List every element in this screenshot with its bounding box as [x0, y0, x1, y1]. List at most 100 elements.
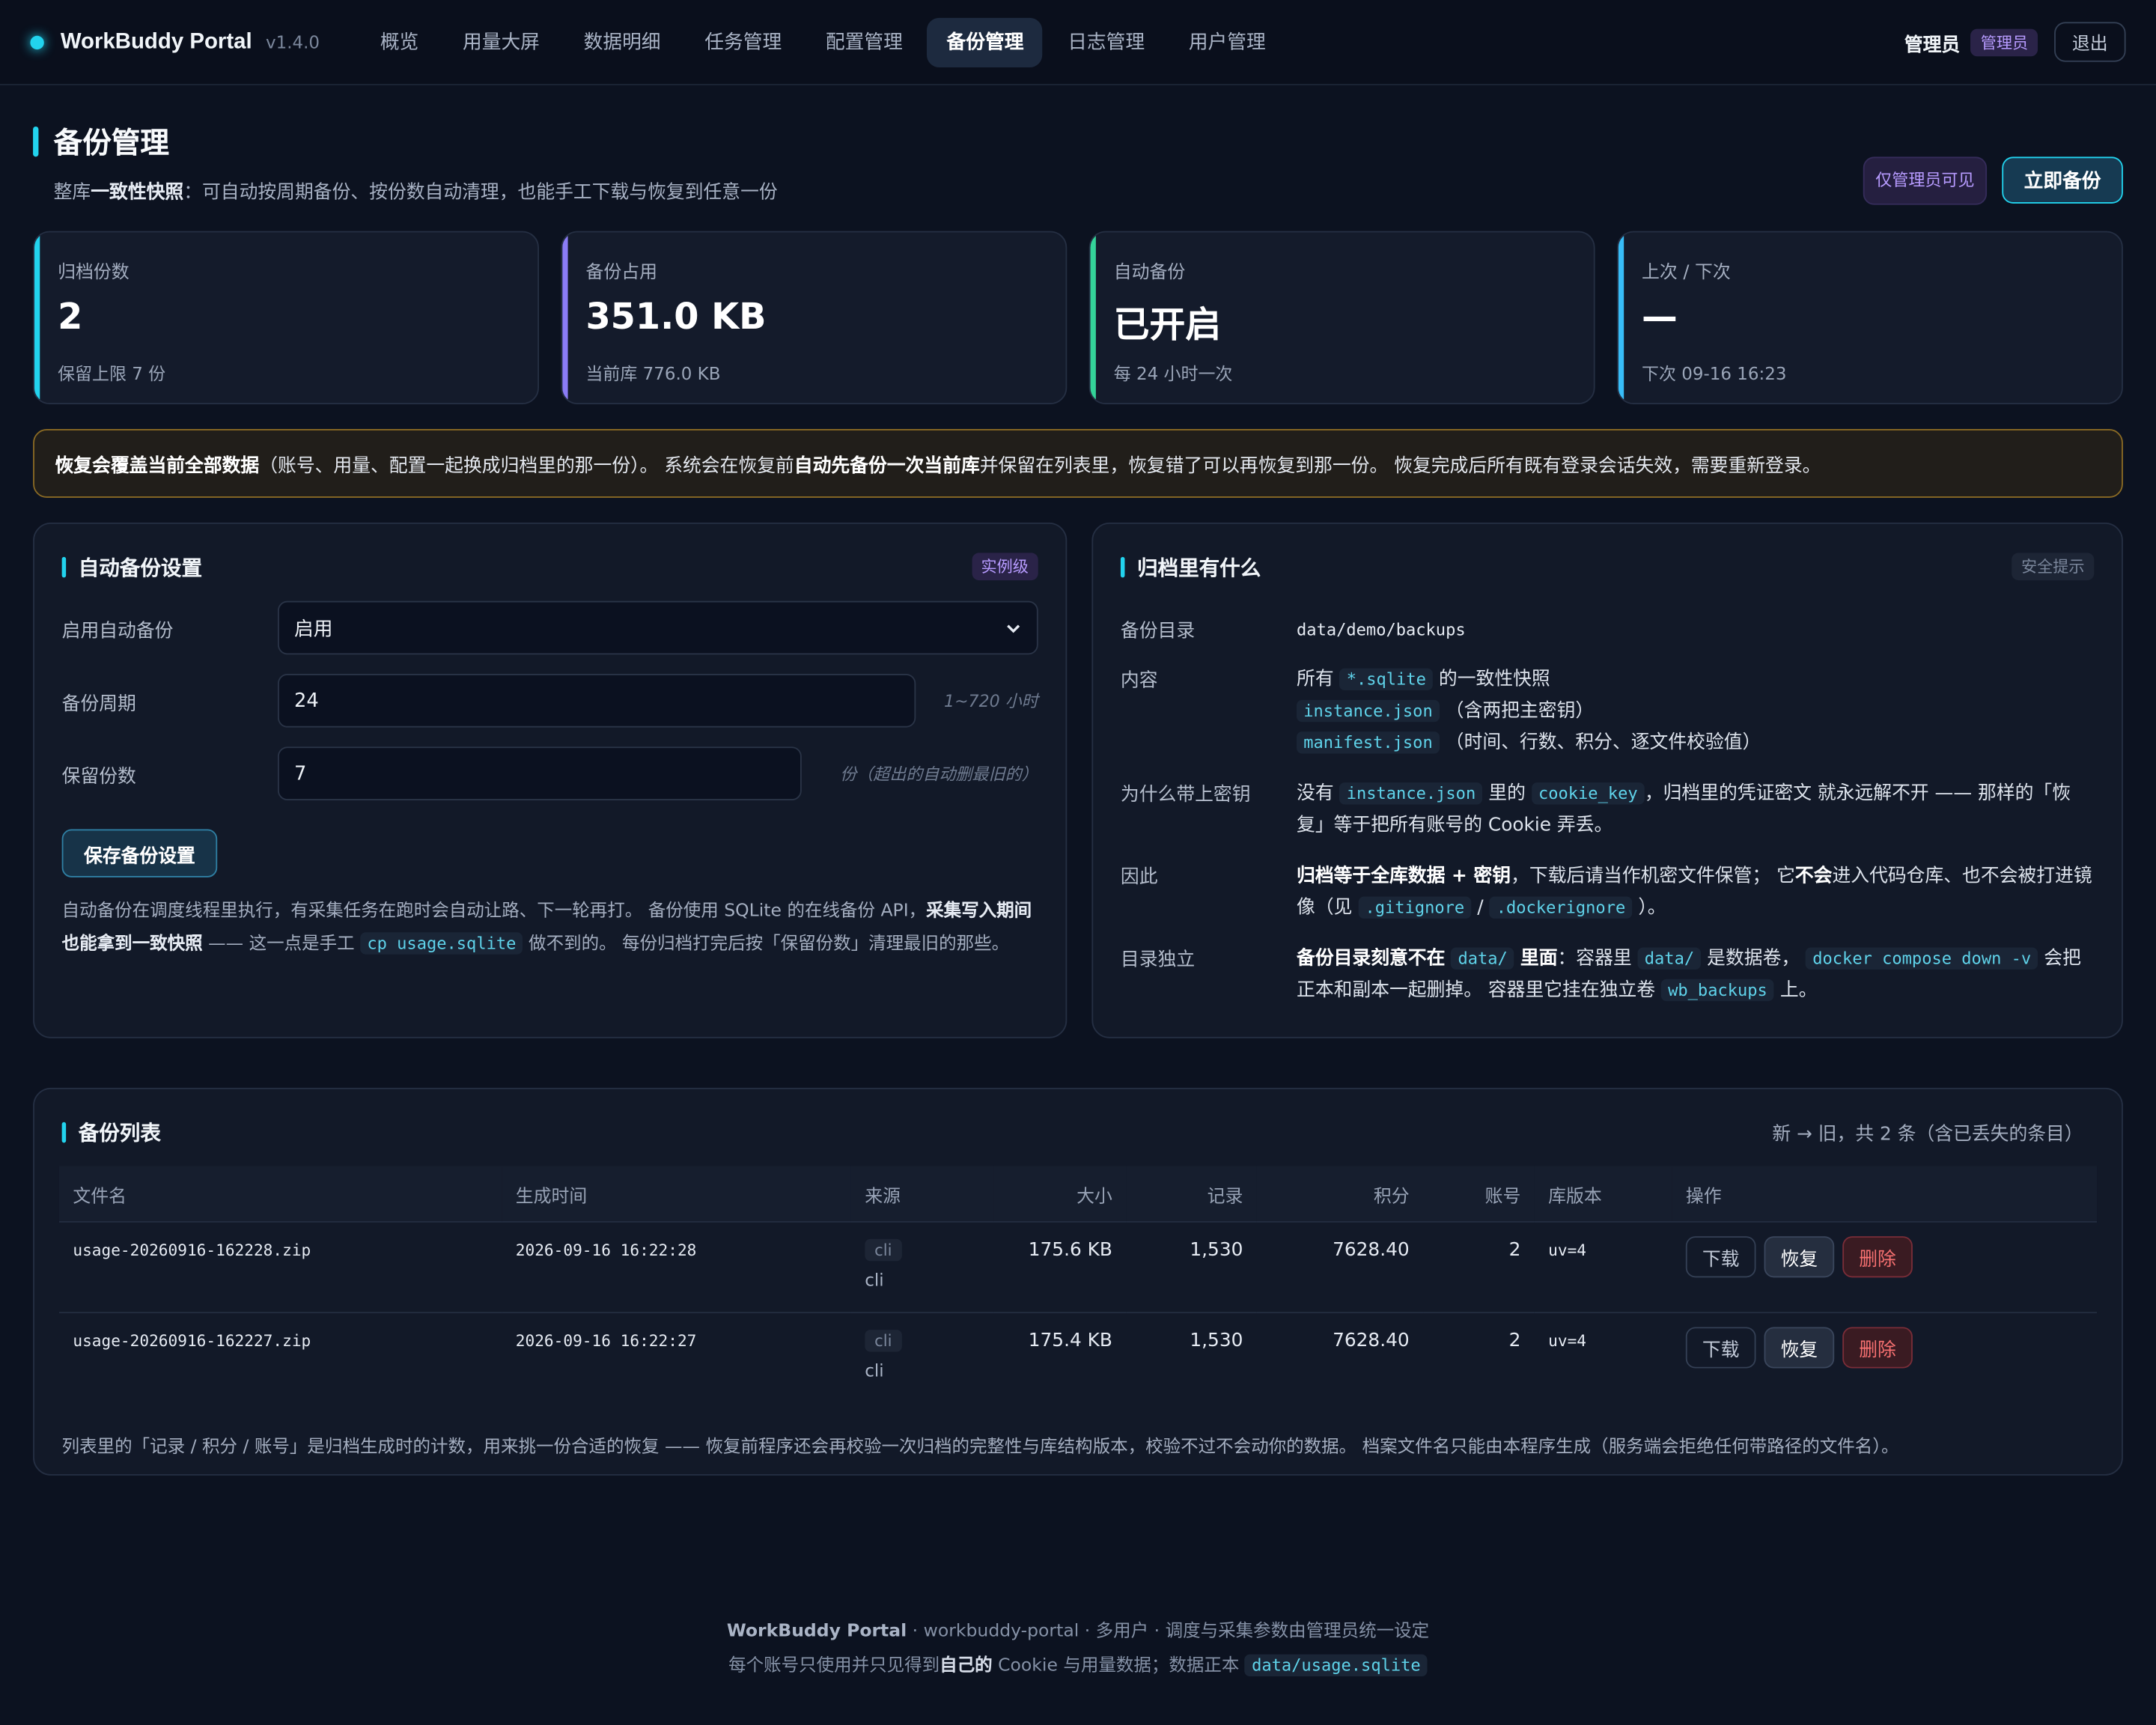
stat-card-backup-size: 备份占用 351.0 KB 当前库 776.0 KB	[561, 231, 1068, 404]
restore-button[interactable]: 恢复	[1764, 1236, 1835, 1278]
source-text: cli	[865, 1360, 884, 1381]
stat-card-last-next: 上次 / 下次 — 下次 09-16 16:23	[1616, 231, 2123, 404]
panel-accent-bar	[61, 556, 67, 577]
stat-label: 自动备份	[1113, 262, 1186, 284]
backup-list-summary: 新 → 旧，共 2 条（含已丢失的条目）	[1772, 1123, 2083, 1146]
app-name: WorkBuddy Portal	[60, 29, 252, 53]
user-role-badge: 管理员	[1970, 28, 2038, 56]
security-tip-tag: 安全提示	[2012, 553, 2095, 581]
auto-backup-settings-panel: 自动备份设置 实例级 启用自动备份 启用 备份周期 24 1~720 小时 保留…	[33, 522, 1068, 1038]
cell-time: 2026-09-16 16:22:28	[515, 1240, 697, 1260]
panel-title: 归档里有什么	[1136, 555, 1261, 580]
keep-count-hint: 份（超出的自动删最旧的）	[840, 764, 1038, 784]
info-row-independent-dir: 目录独立 备份目录刻意不在 data/ 里面：容器里 data/ 是数据卷， d…	[1120, 947, 2081, 1002]
logout-button[interactable]: 退出	[2054, 22, 2126, 62]
info-row-therefore: 因此 归档等于全库数据 + 密钥，下载后请当作机密文件保管； 它不会进入代码仓库…	[1120, 865, 2092, 919]
stat-label: 上次 / 下次	[1642, 262, 1731, 284]
backup-period-input[interactable]: 24	[278, 673, 916, 728]
nav-config-management[interactable]: 配置管理	[806, 17, 922, 67]
stat-label: 备份占用	[585, 262, 657, 284]
cell-db-version: uv=4	[1548, 1330, 1587, 1351]
download-button[interactable]: 下载	[1685, 1236, 1756, 1278]
stat-label: 归档份数	[58, 262, 130, 284]
info-row-backup-dir: 备份目录 data/demo/backups	[1120, 620, 1466, 642]
cell-filename: usage-20260916-162228.zip	[73, 1240, 311, 1260]
brand[interactable]: WorkBuddy Portal v1.4.0	[30, 29, 320, 54]
brand-logo-dot-icon	[30, 34, 44, 49]
instance-level-tag: 实例级	[971, 553, 1038, 581]
stat-note: 每 24 小时一次	[1113, 362, 1233, 384]
archive-contents-panel: 归档里有什么 安全提示 备份目录 data/demo/backups 内容 所有…	[1091, 522, 2123, 1038]
source-tag: cli	[865, 1238, 902, 1262]
nav-overview[interactable]: 概览	[361, 17, 438, 67]
backup-list-panel: 备份列表 新 → 旧，共 2 条（含已丢失的条目） 文件名 生成时间 来源 大小…	[33, 1087, 2123, 1476]
footer-line-1: WorkBuddy Portal · workbuddy-portal · 多用…	[726, 1621, 1430, 1643]
cell-accounts: 2	[1423, 1312, 1535, 1404]
restore-warning-banner: 恢复会覆盖当前全部数据（账号、用量、配置一起换成归档里的那一份）。 系统会在恢复…	[33, 429, 2123, 498]
col-header-db-version: 库版本	[1534, 1166, 1672, 1222]
cell-points: 7628.40	[1256, 1312, 1424, 1404]
stat-value: 2	[58, 296, 83, 338]
current-user-name: 管理员	[1904, 33, 1961, 56]
keep-count-label: 保留份数	[61, 765, 136, 788]
top-navbar: WorkBuddy Portal v1.4.0 概览 用量大屏 数据明细 任务管…	[0, 0, 2156, 85]
keep-count-input[interactable]: 7	[278, 746, 802, 800]
user-area: 管理员 管理员 退出	[1904, 22, 2126, 62]
col-header-records: 记录	[1126, 1166, 1257, 1222]
save-backup-settings-button[interactable]: 保存备份设置	[61, 829, 218, 877]
col-header-source: 来源	[850, 1166, 994, 1222]
enable-auto-backup-select[interactable]: 启用	[278, 600, 1038, 655]
backup-list-note: 列表里的「记录 / 积分 / 账号」是归档生成时的计数，用来挑一份合适的恢复 —…	[61, 1436, 1899, 1458]
cell-db-version: uv=4	[1548, 1240, 1587, 1260]
table-row: usage-20260916-162227.zip 2026-09-16 16:…	[58, 1312, 2098, 1404]
app-version: v1.4.0	[266, 31, 320, 52]
cell-points: 7628.40	[1256, 1221, 1424, 1313]
source-text: cli	[865, 1269, 884, 1290]
col-header-time: 生成时间	[502, 1166, 851, 1222]
source-tag: cli	[865, 1330, 902, 1352]
table-header-row: 文件名 生成时间 来源 大小 记录 积分 账号 库版本 操作	[58, 1166, 2098, 1222]
stat-value: 已开启	[1113, 305, 1222, 347]
page-title: 备份管理	[53, 126, 169, 160]
stat-note: 当前库 776.0 KB	[585, 362, 721, 384]
info-row-why-keys: 为什么带上密钥 没有 instance.json 里的 cookie_key ，归…	[1120, 782, 2071, 836]
page-header: 备份管理 整库一致性快照：可自动按周期备份、按份数自动清理，也能手工下载与恢复到…	[33, 85, 2123, 228]
nav-task-management[interactable]: 任务管理	[686, 17, 801, 67]
cell-filename: usage-20260916-162227.zip	[73, 1330, 311, 1351]
footer-line-2: 每个账号只使用并只见得到自己的 Cookie 与用量数据；数据正本 data/u…	[0, 1649, 2156, 1683]
col-header-points: 积分	[1256, 1166, 1424, 1222]
cell-size: 175.6 KB	[993, 1221, 1127, 1313]
stat-value: 351.0 KB	[585, 296, 767, 338]
backup-period-label: 备份周期	[61, 692, 136, 715]
restore-button[interactable]: 恢复	[1764, 1327, 1835, 1369]
enable-auto-backup-label: 启用自动备份	[61, 619, 174, 642]
info-row-content: 内容 所有 *.sqlite 的一致性快照 instance.json （含两把…	[1120, 668, 1761, 754]
delete-button[interactable]: 删除	[1842, 1236, 1913, 1278]
download-button[interactable]: 下载	[1685, 1327, 1756, 1369]
panel-title: 自动备份设置	[78, 555, 203, 580]
title-accent-bar	[33, 126, 39, 157]
cell-records: 1,530	[1126, 1221, 1257, 1313]
col-header-accounts: 账号	[1423, 1166, 1535, 1222]
delete-button[interactable]: 删除	[1842, 1327, 1913, 1369]
panel-accent-bar	[1120, 556, 1125, 577]
stat-note: 保留上限 7 份	[58, 362, 166, 384]
nav-log-management[interactable]: 日志管理	[1048, 17, 1163, 67]
nav-user-management[interactable]: 用户管理	[1169, 17, 1285, 67]
stat-card-auto-backup: 自动备份 已开启 每 24 小时一次	[1088, 231, 1595, 404]
nav-backup-management[interactable]: 备份管理	[927, 16, 1044, 67]
page-subtitle: 整库一致性快照：可自动按周期备份、按份数自动清理，也能手工下载与恢复到任意一份	[53, 181, 778, 204]
nav-data-detail[interactable]: 数据明细	[564, 17, 680, 67]
admin-only-badge: 仅管理员可见	[1863, 156, 1988, 205]
panel-accent-bar	[61, 1121, 67, 1143]
backup-table: 文件名 生成时间 来源 大小 记录 积分 账号 库版本 操作 usage-202…	[58, 1166, 2098, 1404]
main-nav: 概览 用量大屏 数据明细 任务管理 配置管理 备份管理 日志管理 用户管理	[361, 16, 1285, 67]
stat-note: 下次 09-16 16:23	[1642, 362, 1787, 384]
chevron-down-icon	[1007, 624, 1020, 633]
panel-title: 备份列表	[78, 1120, 161, 1146]
footer: WorkBuddy Portal · workbuddy-portal · 多用…	[0, 1616, 2156, 1683]
backup-now-button[interactable]: 立即备份	[2002, 156, 2123, 204]
nav-usage-dashboard[interactable]: 用量大屏	[443, 17, 558, 67]
col-header-size: 大小	[993, 1166, 1127, 1222]
stat-cards: 归档份数 2 保留上限 7 份 备份占用 351.0 KB 当前库 776.0 …	[33, 231, 2123, 404]
